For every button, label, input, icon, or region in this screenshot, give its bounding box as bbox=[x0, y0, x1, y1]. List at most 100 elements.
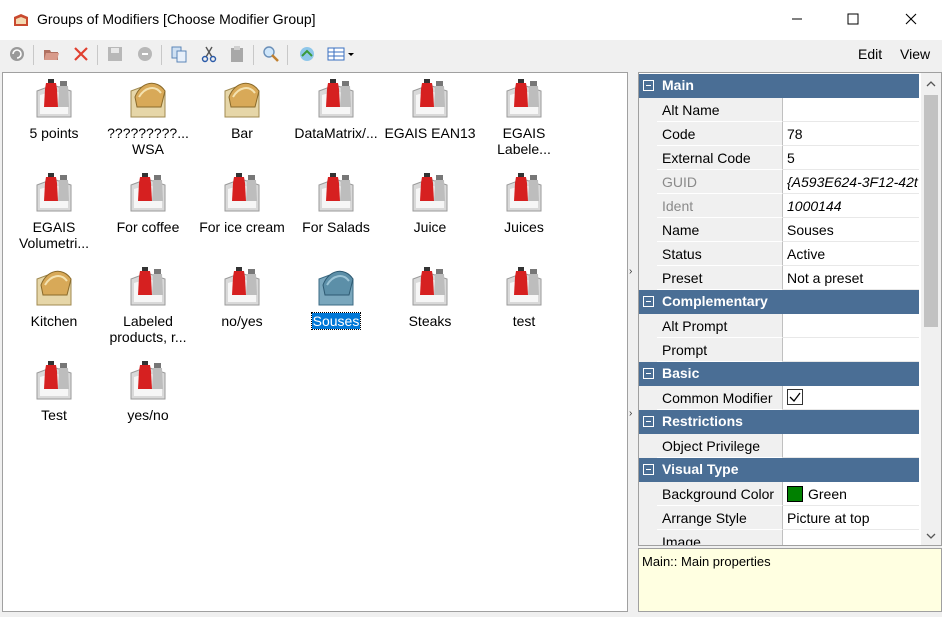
modifier-group-item[interactable]: EGAIS Volumetri... bbox=[7, 171, 101, 251]
refresh-icon bbox=[8, 45, 26, 66]
modifier-group-item[interactable]: For coffee bbox=[101, 171, 195, 251]
property-value[interactable]: 78 bbox=[783, 122, 919, 146]
modifier-group-item[interactable]: no/yes bbox=[195, 265, 289, 345]
property-value[interactable]: 5 bbox=[783, 146, 919, 170]
cut-button[interactable] bbox=[198, 44, 220, 66]
property-name: Status bbox=[657, 242, 783, 266]
property-value[interactable] bbox=[783, 530, 919, 545]
checkbox[interactable] bbox=[787, 389, 803, 405]
scroll-down-button[interactable] bbox=[921, 525, 941, 545]
minimize-button[interactable] bbox=[774, 0, 820, 40]
modifier-group-item[interactable]: Labeled products, r... bbox=[101, 265, 195, 345]
category-restrictions[interactable]: Restrictions bbox=[639, 410, 919, 434]
property-row[interactable]: Code 78 bbox=[639, 122, 919, 146]
property-row[interactable]: Name Souses bbox=[639, 218, 919, 242]
modifier-group-item[interactable]: Kitchen bbox=[7, 265, 101, 345]
property-value[interactable] bbox=[783, 434, 919, 458]
property-row[interactable]: Preset Not a preset bbox=[639, 266, 919, 290]
category-complementary[interactable]: Complementary bbox=[639, 290, 919, 314]
collapse-icon[interactable] bbox=[643, 416, 654, 427]
save-button[interactable] bbox=[104, 44, 126, 66]
property-row[interactable]: Alt Name bbox=[639, 98, 919, 122]
modifier-group-item[interactable]: For Salads bbox=[289, 171, 383, 251]
modifier-group-item[interactable]: yes/no bbox=[101, 359, 195, 439]
grid-view-icon bbox=[327, 45, 357, 66]
modifier-group-item[interactable]: For ice cream bbox=[195, 171, 289, 251]
collapse-icon[interactable] bbox=[643, 296, 654, 307]
collapse-icon[interactable] bbox=[643, 464, 654, 475]
close-button[interactable] bbox=[888, 0, 934, 40]
collapse-icon[interactable] bbox=[643, 80, 654, 91]
pane-splitter[interactable]: › › bbox=[628, 72, 638, 612]
modifier-group-item[interactable]: EGAIS Labele... bbox=[477, 77, 571, 157]
property-value[interactable] bbox=[783, 98, 919, 122]
property-name: Prompt bbox=[657, 338, 783, 362]
property-value[interactable]: Green bbox=[783, 482, 919, 506]
maximize-button[interactable] bbox=[830, 0, 876, 40]
modifier-group-item[interactable]: ?????????... WSA bbox=[101, 77, 195, 157]
property-name: Preset bbox=[657, 266, 783, 290]
property-value[interactable]: Picture at top bbox=[783, 506, 919, 530]
property-row[interactable]: Prompt bbox=[639, 338, 919, 362]
property-row[interactable]: Arrange Style Picture at top bbox=[639, 506, 919, 530]
refresh-button[interactable] bbox=[6, 44, 28, 66]
property-value[interactable]: Not a preset bbox=[783, 266, 919, 290]
property-row[interactable]: Common Modifier bbox=[639, 386, 919, 410]
find-button[interactable] bbox=[260, 44, 282, 66]
category-basic[interactable]: Basic bbox=[639, 362, 919, 386]
modifier-group-label: For ice cream bbox=[199, 219, 285, 235]
property-value[interactable]: Active bbox=[783, 242, 919, 266]
property-name: Common Modifier bbox=[657, 386, 783, 410]
modifier-group-item[interactable]: Test bbox=[7, 359, 101, 439]
property-name: Code bbox=[657, 122, 783, 146]
property-row[interactable]: Alt Prompt bbox=[639, 314, 919, 338]
category-visual[interactable]: Visual Type bbox=[639, 458, 919, 482]
property-row[interactable]: Ident 1000144 bbox=[639, 194, 919, 218]
modifier-group-item[interactable]: EGAIS EAN13 bbox=[383, 77, 477, 157]
modifier-group-item[interactable]: DataMatrix/... bbox=[289, 77, 383, 157]
menu-edit[interactable]: Edit bbox=[858, 46, 882, 62]
vertical-scrollbar[interactable] bbox=[921, 73, 941, 545]
ketchup-group-icon bbox=[33, 359, 75, 401]
property-value[interactable] bbox=[783, 338, 919, 362]
property-name: Alt Prompt bbox=[657, 314, 783, 338]
modifier-group-item[interactable]: Juices bbox=[477, 171, 571, 251]
grid-view-button[interactable] bbox=[326, 44, 358, 66]
property-value[interactable]: Souses bbox=[783, 218, 919, 242]
modifier-group-label: For coffee bbox=[116, 219, 180, 235]
ketchup-group-icon bbox=[221, 265, 263, 307]
property-row[interactable]: Object Privilege bbox=[639, 434, 919, 458]
property-value[interactable] bbox=[783, 314, 919, 338]
modifier-group-label: Juices bbox=[504, 219, 544, 235]
menu-view[interactable]: View bbox=[900, 46, 930, 62]
property-row[interactable]: GUID {A593E624-3F12-42t bbox=[639, 170, 919, 194]
delete-button[interactable] bbox=[70, 44, 92, 66]
paste-button[interactable] bbox=[226, 44, 248, 66]
ketchup-group-icon bbox=[33, 77, 75, 119]
property-row[interactable]: Status Active bbox=[639, 242, 919, 266]
property-value[interactable] bbox=[783, 386, 919, 410]
collapse-icon[interactable] bbox=[643, 368, 654, 379]
ketchup-group-icon bbox=[503, 265, 545, 307]
modifier-group-item[interactable]: Juice bbox=[383, 171, 477, 251]
scroll-up-button[interactable] bbox=[921, 73, 941, 93]
splitter-arrow-icon: › bbox=[629, 408, 633, 419]
undo-button[interactable] bbox=[134, 44, 156, 66]
property-row[interactable]: Image bbox=[639, 530, 919, 545]
modifier-group-item[interactable]: Steaks bbox=[383, 265, 477, 345]
ketchup-group-icon bbox=[409, 265, 451, 307]
open-folder-button[interactable] bbox=[40, 44, 62, 66]
modifier-group-item[interactable]: test bbox=[477, 265, 571, 345]
property-row[interactable]: External Code 5 bbox=[639, 146, 919, 170]
copy-button[interactable] bbox=[168, 44, 190, 66]
sync-button[interactable] bbox=[296, 44, 318, 66]
property-name: Image bbox=[657, 530, 783, 545]
category-main[interactable]: Main bbox=[639, 74, 919, 98]
property-row[interactable]: Background Color Green bbox=[639, 482, 919, 506]
modifier-group-item[interactable]: 5 points bbox=[7, 77, 101, 157]
property-name: GUID bbox=[657, 170, 783, 194]
modifier-group-item[interactable]: Souses bbox=[289, 265, 383, 345]
modifier-group-label: Test bbox=[41, 407, 67, 423]
modifier-group-item[interactable]: Bar bbox=[195, 77, 289, 157]
scroll-thumb[interactable] bbox=[924, 95, 938, 327]
